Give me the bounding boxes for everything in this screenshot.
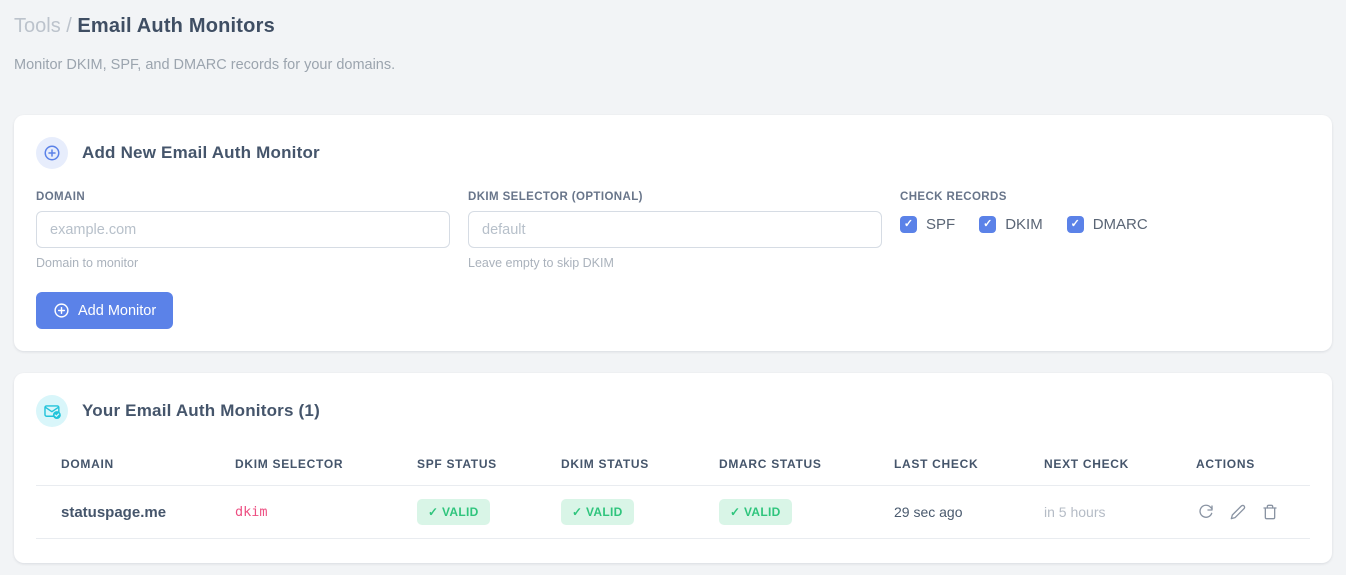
check-records-group: CHECK RECORDS ✓ SPF ✓ DKIM ✓ DMARC — [900, 191, 1310, 270]
spf-checkbox[interactable]: ✓ — [900, 216, 917, 233]
plus-circle-icon — [53, 302, 70, 319]
add-monitor-button-label: Add Monitor — [78, 302, 157, 319]
page-title: Email Auth Monitors — [77, 15, 275, 37]
col-header-domain: DOMAIN — [61, 457, 114, 471]
dmarc-checkbox[interactable]: ✓ — [1066, 216, 1084, 233]
col-header-dmarc-status: DMARC STATUS — [719, 457, 822, 471]
spf-checkbox-label: SPF — [926, 216, 956, 233]
col-header-next-check: NEXT CHECK — [1044, 457, 1130, 471]
spf-status-badge: ✓ VALID — [417, 499, 490, 525]
envelope-check-icon — [36, 395, 68, 427]
dkim-selector-field-label: DKIM SELECTOR (OPTIONAL) — [468, 191, 643, 203]
page-subtitle: Monitor DKIM, SPF, and DMARC records for… — [14, 57, 396, 73]
domain-input[interactable] — [36, 211, 450, 248]
domain-field-label: DOMAIN — [36, 191, 86, 203]
add-monitor-form: DOMAIN Domain to monitor DKIM SELECTOR (… — [36, 191, 1310, 270]
pencil-icon — [1230, 504, 1246, 520]
dkim-checkbox[interactable]: ✓ — [979, 216, 997, 233]
delete-button[interactable] — [1260, 502, 1280, 522]
dkim-checkbox-item[interactable]: ✓ DKIM — [979, 216, 1043, 233]
monitors-card-title: Your Email Auth Monitors (1) — [82, 401, 320, 420]
breadcrumb-tools-link[interactable]: Tools — [14, 15, 61, 37]
col-header-last-check: LAST CHECK — [894, 457, 979, 471]
check-records-options: ✓ SPF ✓ DKIM ✓ DMARC — [900, 216, 1310, 233]
spf-status-cell: ✓ VALID — [417, 499, 561, 525]
monitor-domain: statuspage.me — [61, 503, 167, 521]
add-monitor-card: Add New Email Auth Monitor DOMAIN Domain… — [14, 115, 1332, 351]
check-records-label: CHECK RECORDS — [900, 191, 1007, 203]
dkim-status-badge: ✓ VALID — [561, 499, 634, 525]
monitor-dkim-selector: dkim — [235, 504, 268, 520]
dmarc-status-badge: ✓ VALID — [719, 499, 792, 525]
table-row: statuspage.me dkim ✓ VALID ✓ VALID ✓ VAL… — [36, 486, 1310, 539]
domain-field-group: DOMAIN Domain to monitor — [36, 191, 450, 270]
refresh-icon — [1199, 504, 1213, 518]
dmarc-checkbox-label: DMARC — [1092, 216, 1148, 233]
dkim-status-cell: ✓ VALID — [561, 499, 719, 525]
row-actions — [1196, 502, 1310, 522]
monitor-last-check: 29 sec ago — [894, 504, 963, 520]
spf-checkbox-item[interactable]: ✓ SPF — [900, 216, 955, 233]
add-monitor-card-title: Add New Email Auth Monitor — [82, 143, 320, 162]
edit-button[interactable] — [1228, 502, 1248, 522]
col-header-spf-status: SPF STATUS — [417, 457, 497, 471]
add-monitor-button[interactable]: Add Monitor — [36, 292, 174, 329]
col-header-dkim-status: DKIM STATUS — [561, 457, 649, 471]
breadcrumb: Tools / Email Auth Monitors — [14, 12, 1332, 40]
monitors-card-header: Your Email Auth Monitors (1) — [36, 395, 1310, 427]
col-header-actions: ACTIONS — [1196, 457, 1255, 471]
monitors-table: DOMAIN DKIM SELECTOR SPF STATUS DKIM STA… — [36, 443, 1310, 539]
col-header-dkim-selector: DKIM SELECTOR — [235, 457, 344, 471]
add-monitor-card-header: Add New Email Auth Monitor — [36, 137, 1310, 169]
monitors-list-card: Your Email Auth Monitors (1) DOMAIN DKIM… — [14, 373, 1332, 563]
breadcrumb-separator: / — [66, 15, 72, 37]
table-header-row: DOMAIN DKIM SELECTOR SPF STATUS DKIM STA… — [36, 443, 1310, 486]
plus-circle-icon — [36, 137, 68, 169]
monitor-next-check: in 5 hours — [1044, 504, 1106, 520]
dmarc-status-cell: ✓ VALID — [719, 499, 894, 525]
dkim-selector-input[interactable] — [468, 211, 882, 248]
email-auth-monitors-page: Tools / Email Auth Monitors Monitor DKIM… — [0, 0, 1346, 563]
dkim-checkbox-label: DKIM — [1005, 216, 1043, 233]
domain-field-helper: Domain to monitor — [36, 256, 139, 270]
trash-icon — [1263, 504, 1277, 520]
refresh-button[interactable] — [1196, 502, 1216, 522]
dkim-selector-field-group: DKIM SELECTOR (OPTIONAL) Leave empty to … — [468, 191, 882, 270]
dkim-selector-field-helper: Leave empty to skip DKIM — [468, 256, 614, 270]
dmarc-checkbox-item[interactable]: ✓ DMARC — [1066, 216, 1148, 233]
